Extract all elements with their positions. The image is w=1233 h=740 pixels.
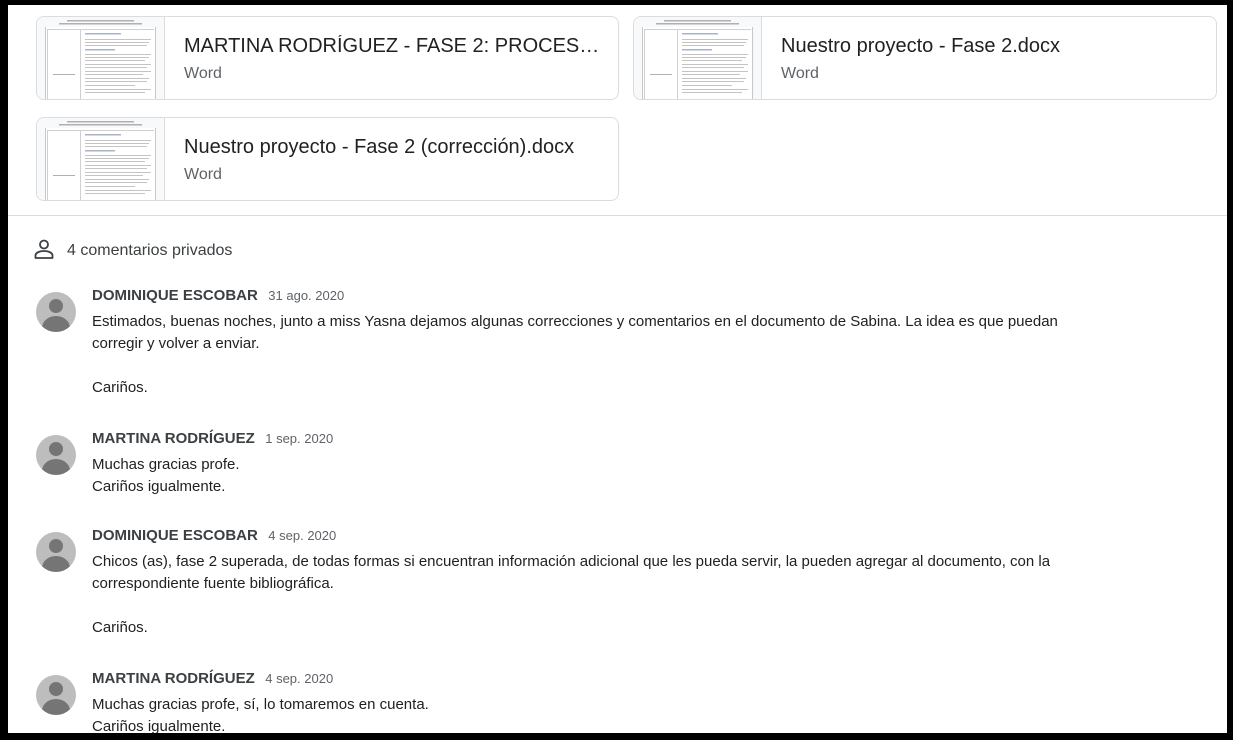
private-comments-count: 4 comentarios privados — [67, 242, 233, 259]
comment-author: MARTINA RODRÍGUEZ — [92, 430, 255, 447]
comment-date: 4 sep. 2020 — [265, 671, 334, 686]
attachment-card[interactable]: Nuestro proyecto - Fase 2.docx Word — [633, 16, 1217, 100]
comment-date: 31 ago. 2020 — [268, 288, 345, 303]
comment-line: correspondiente fuente bibliográfica. — [92, 575, 334, 592]
comment-text: Muchas gracias profe, sí, lo tomaremos e… — [92, 694, 1217, 733]
comment-line: Cariños. — [92, 619, 148, 636]
document-thumbnail — [37, 17, 165, 99]
comment-text: Muchas gracias profe. Cariños igualmente… — [92, 454, 1217, 498]
attachment-type: Word — [781, 65, 819, 82]
comment-line: Estimados, buenas noches, junto a miss Y… — [92, 313, 1058, 330]
comment-text: Estimados, buenas noches, junto a miss Y… — [92, 311, 1217, 399]
avatar — [36, 532, 76, 572]
comment-line: Chicos (as), fase 2 superada, de todas f… — [92, 553, 1051, 570]
attachments-section: MARTINA RODRÍGUEZ - FASE 2: PROCESO ... … — [8, 5, 1227, 216]
comment-author: MARTINA RODRÍGUEZ — [92, 670, 255, 687]
document-thumbnail — [634, 17, 762, 99]
attachment-type: Word — [184, 166, 222, 183]
comment-text: Chicos (as), fase 2 superada, de todas f… — [92, 551, 1217, 639]
attachment-title[interactable]: Nuestro proyecto - Fase 2 (corrección).d… — [184, 136, 602, 159]
comment-line: Cariños igualmente. — [92, 718, 226, 733]
attachment-title[interactable]: Nuestro proyecto - Fase 2.docx — [781, 35, 1200, 58]
comment-line: Muchas gracias profe. — [92, 456, 240, 473]
avatar — [36, 675, 76, 715]
comment-author: DOMINIQUE ESCOBAR — [92, 527, 258, 544]
comment-line: corregir y volver a enviar. — [92, 335, 260, 352]
comment-line: Cariños igualmente. — [92, 478, 226, 495]
attachment-type: Word — [184, 65, 222, 82]
attachment-card[interactable]: Nuestro proyecto - Fase 2 (corrección).d… — [36, 117, 619, 201]
person-icon — [33, 238, 55, 265]
comment-line: Muchas gracias profe, sí, lo tomaremos e… — [92, 696, 429, 713]
attachment-title[interactable]: MARTINA RODRÍGUEZ - FASE 2: PROCESO ... — [184, 35, 602, 58]
attachment-card[interactable]: MARTINA RODRÍGUEZ - FASE 2: PROCESO ... … — [36, 16, 619, 100]
classroom-panel: MARTINA RODRÍGUEZ - FASE 2: PROCESO ... … — [8, 5, 1227, 733]
private-comments-header[interactable]: 4 comentarios privados — [33, 236, 232, 266]
comment-line: Cariños. — [92, 379, 148, 396]
document-thumbnail — [37, 118, 165, 200]
comment-date: 4 sep. 2020 — [268, 528, 337, 543]
avatar — [36, 435, 76, 475]
comment-date: 1 sep. 2020 — [265, 431, 334, 446]
comment-author: DOMINIQUE ESCOBAR — [92, 287, 258, 304]
avatar — [36, 292, 76, 332]
